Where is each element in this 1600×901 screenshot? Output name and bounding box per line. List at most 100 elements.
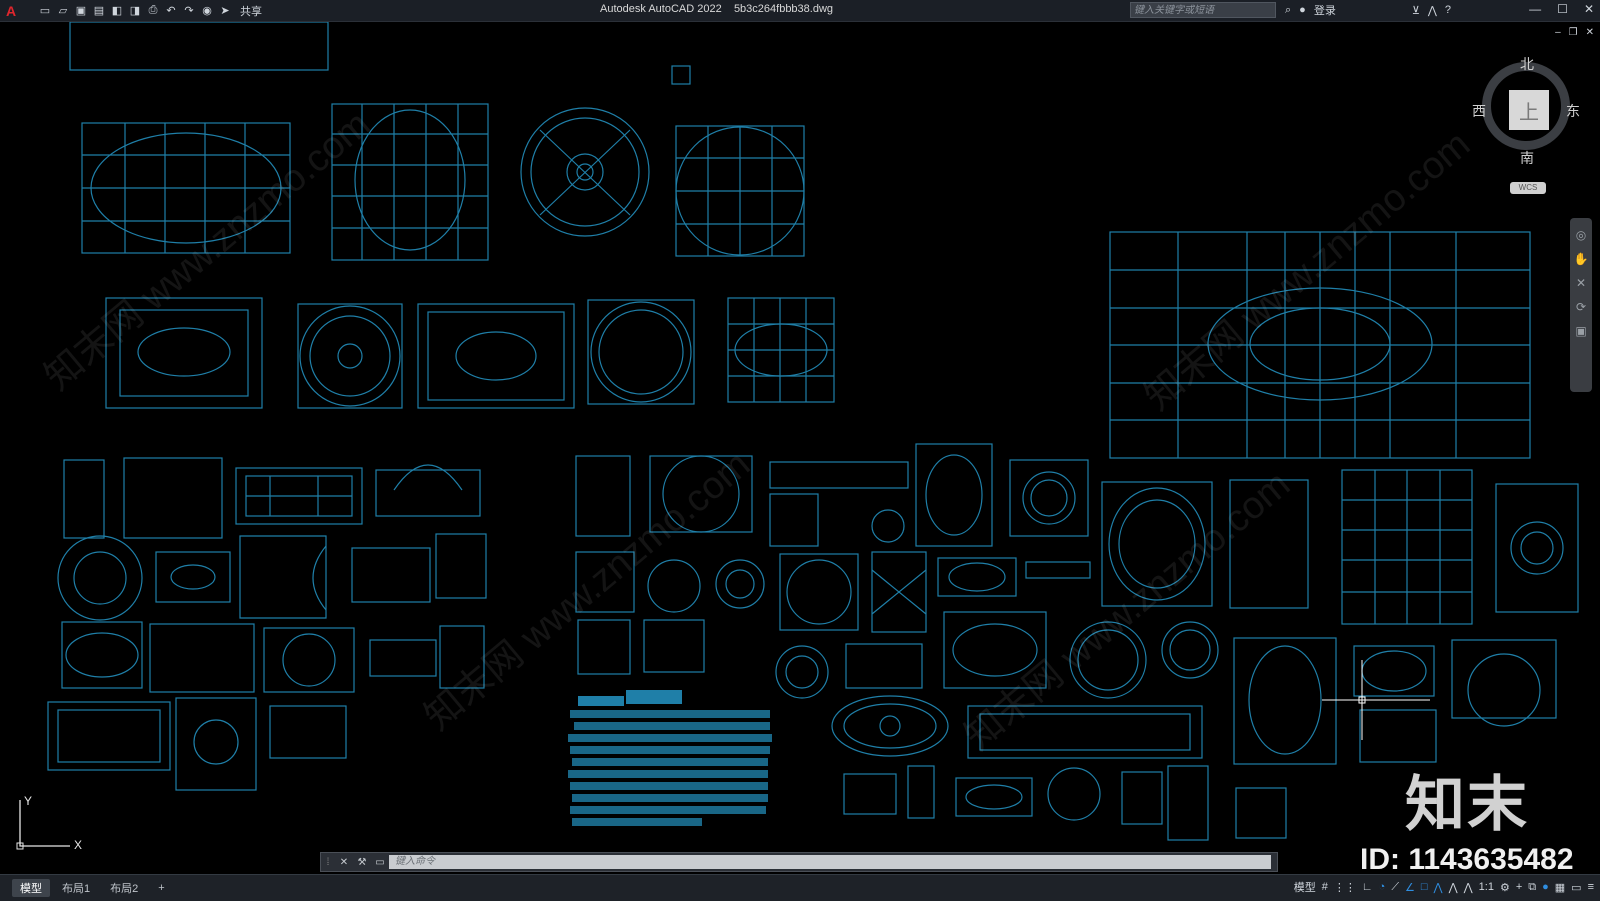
tab-model[interactable]: 模型 bbox=[12, 879, 50, 897]
drawing-canvas[interactable] bbox=[0, 22, 1600, 874]
cad-block bbox=[575, 551, 635, 613]
share-icon[interactable]: ➤ bbox=[218, 4, 232, 18]
customize-icon[interactable]: ⚒ bbox=[353, 857, 371, 868]
units-icon[interactable]: ⧉ bbox=[1528, 881, 1536, 894]
cad-block-grid-ellipse bbox=[727, 297, 835, 403]
plot-icon[interactable]: ⎙ bbox=[146, 4, 160, 18]
compass-north[interactable]: 北 bbox=[1520, 54, 1534, 74]
tab-layout1[interactable]: 布局1 bbox=[54, 879, 98, 897]
ortho-icon[interactable]: ∟ bbox=[1362, 881, 1373, 893]
cad-block bbox=[369, 639, 437, 677]
zoom-extents-icon[interactable]: ✕ bbox=[1576, 276, 1586, 290]
quick-access-toolbar: ▭ ▱ ▣ ▤ ◧ ◨ ⎙ ↶ ↷ ◉ ➤ 共享 bbox=[38, 3, 262, 19]
cad-block bbox=[375, 464, 481, 517]
showmotion-icon[interactable]: ▣ bbox=[1575, 324, 1586, 338]
annotation-monitor-icon[interactable]: + bbox=[1516, 881, 1522, 893]
cad-block bbox=[871, 551, 927, 633]
workspace-gear-icon[interactable]: ⚙ bbox=[1500, 881, 1510, 894]
cad-block bbox=[871, 509, 905, 543]
cad-block bbox=[1451, 639, 1557, 727]
isodraft-icon[interactable]: ⟋ bbox=[1391, 881, 1399, 894]
object-snap-icon[interactable]: □ bbox=[1421, 881, 1428, 893]
user-icon[interactable]: ● bbox=[1299, 4, 1306, 16]
command-line-grip[interactable]: ⁞ bbox=[321, 857, 335, 868]
compass-east[interactable]: 东 bbox=[1566, 101, 1580, 121]
object-snap-tracking-icon[interactable]: ∠ bbox=[1405, 881, 1415, 894]
steering-wheel-icon[interactable]: ◎ bbox=[1576, 228, 1586, 242]
command-line: ⁞ ✕ ⚒ ▭ 键入命令 bbox=[320, 852, 1278, 872]
cad-block bbox=[779, 553, 859, 631]
cad-block bbox=[1047, 767, 1101, 821]
wcs-menu-button[interactable]: WCS bbox=[1510, 182, 1546, 194]
search-input[interactable]: 键入关键字或短语 bbox=[1130, 2, 1276, 18]
new-file-icon[interactable]: ▭ bbox=[38, 4, 52, 18]
share-button[interactable]: 共享 bbox=[240, 3, 262, 19]
compass-south[interactable]: 南 bbox=[1520, 148, 1534, 168]
save-as-icon[interactable]: ▤ bbox=[92, 4, 106, 18]
redo-icon[interactable]: ↷ bbox=[182, 4, 196, 18]
cad-block bbox=[69, 22, 329, 71]
annotation-scale-icon[interactable]: ⋀ bbox=[1464, 881, 1473, 894]
customization-menu-icon[interactable]: ≡ bbox=[1588, 881, 1594, 893]
open-folder-icon[interactable]: ▱ bbox=[56, 4, 70, 18]
app-menu-button[interactable]: A bbox=[0, 0, 22, 21]
maximize-icon[interactable]: ☐ bbox=[1557, 2, 1568, 16]
watermark-id: ID: 1143635482 bbox=[1360, 843, 1574, 876]
status-bar: 模型 布局1 布局2 + 模型 # ⋮⋮ ∟ ◔ ⟋ ∠ □ ⋀ ⋀ ⋀ 1:1… bbox=[0, 874, 1600, 901]
pan-icon[interactable]: ✋ bbox=[1574, 252, 1589, 266]
cad-block bbox=[47, 701, 171, 771]
annotation-scale-value[interactable]: 1:1 bbox=[1479, 881, 1494, 893]
cad-block bbox=[63, 459, 105, 539]
web-mobile-save-icon[interactable]: ◨ bbox=[128, 4, 142, 18]
viewcube[interactable]: 上 北 南 西 东 bbox=[1472, 54, 1584, 184]
close-icon[interactable]: ✕ bbox=[335, 857, 353, 868]
file-name: 5b3c264fbbb38.dwg bbox=[733, 3, 834, 15]
dimension-text-block bbox=[568, 690, 772, 826]
auto-scale-icon[interactable]: ⋀ bbox=[1449, 881, 1458, 894]
cad-block bbox=[671, 65, 691, 85]
close-icon[interactable]: ✕ bbox=[1584, 2, 1594, 16]
cad-block bbox=[843, 773, 897, 815]
autodesk-app-icon[interactable]: ⋀ bbox=[1428, 4, 1437, 17]
cad-block-circle-pattern bbox=[297, 303, 403, 409]
polar-icon[interactable]: ◔ bbox=[1379, 881, 1386, 893]
recent-commands-icon[interactable]: ▭ bbox=[371, 857, 389, 868]
save-icon[interactable]: ▣ bbox=[74, 4, 88, 18]
workspace-icon[interactable]: ◉ bbox=[200, 4, 214, 18]
cad-block bbox=[649, 455, 753, 533]
cart-icon[interactable]: ⊻ bbox=[1412, 4, 1420, 17]
orbit-icon[interactable]: ⟳ bbox=[1576, 300, 1586, 314]
compass-west[interactable]: 西 bbox=[1472, 101, 1486, 121]
help-button[interactable]: ? bbox=[1445, 4, 1451, 16]
cad-block bbox=[577, 619, 631, 675]
cad-block bbox=[907, 765, 935, 819]
undo-icon[interactable]: ↶ bbox=[164, 4, 178, 18]
cad-block-circle-grid bbox=[675, 125, 805, 257]
cad-block bbox=[351, 547, 431, 603]
snap-icon[interactable]: ⋮⋮ bbox=[1334, 881, 1356, 894]
cad-block bbox=[1009, 459, 1089, 537]
status-tools: 模型 # ⋮⋮ ∟ ◔ ⟋ ∠ □ ⋀ ⋀ ⋀ 1:1 ⚙ + ⧉ ● ▦ ▭ … bbox=[1294, 879, 1594, 895]
model-space-button[interactable]: 模型 bbox=[1294, 879, 1316, 895]
search-icon[interactable]: ⌕ bbox=[1285, 4, 1291, 17]
viewcube-top-face[interactable]: 上 bbox=[1509, 90, 1549, 130]
hardware-acceleration-icon[interactable]: ▦ bbox=[1555, 881, 1565, 894]
crosshair-cursor bbox=[1322, 660, 1430, 740]
login-button[interactable]: 登录 bbox=[1314, 2, 1336, 18]
add-layout-button[interactable]: + bbox=[150, 881, 172, 895]
annotation-visibility-icon[interactable]: ⋀ bbox=[1434, 881, 1443, 894]
tab-layout2[interactable]: 布局2 bbox=[102, 879, 146, 897]
cad-block bbox=[915, 443, 993, 547]
isolate-objects-icon[interactable]: ● bbox=[1542, 881, 1549, 893]
minimize-icon[interactable]: — bbox=[1529, 2, 1541, 16]
cad-block bbox=[769, 461, 909, 489]
cad-block bbox=[1341, 469, 1473, 625]
command-input[interactable]: 键入命令 bbox=[389, 855, 1271, 869]
clean-screen-icon[interactable]: ▭ bbox=[1571, 881, 1581, 894]
web-mobile-open-icon[interactable]: ◧ bbox=[110, 4, 124, 18]
window-controls: — ☐ ✕ bbox=[1529, 2, 1594, 16]
cad-block-frame-oval bbox=[105, 297, 263, 409]
grid-icon[interactable]: # bbox=[1322, 881, 1328, 893]
cad-block bbox=[439, 625, 485, 689]
cad-block bbox=[1069, 621, 1147, 699]
